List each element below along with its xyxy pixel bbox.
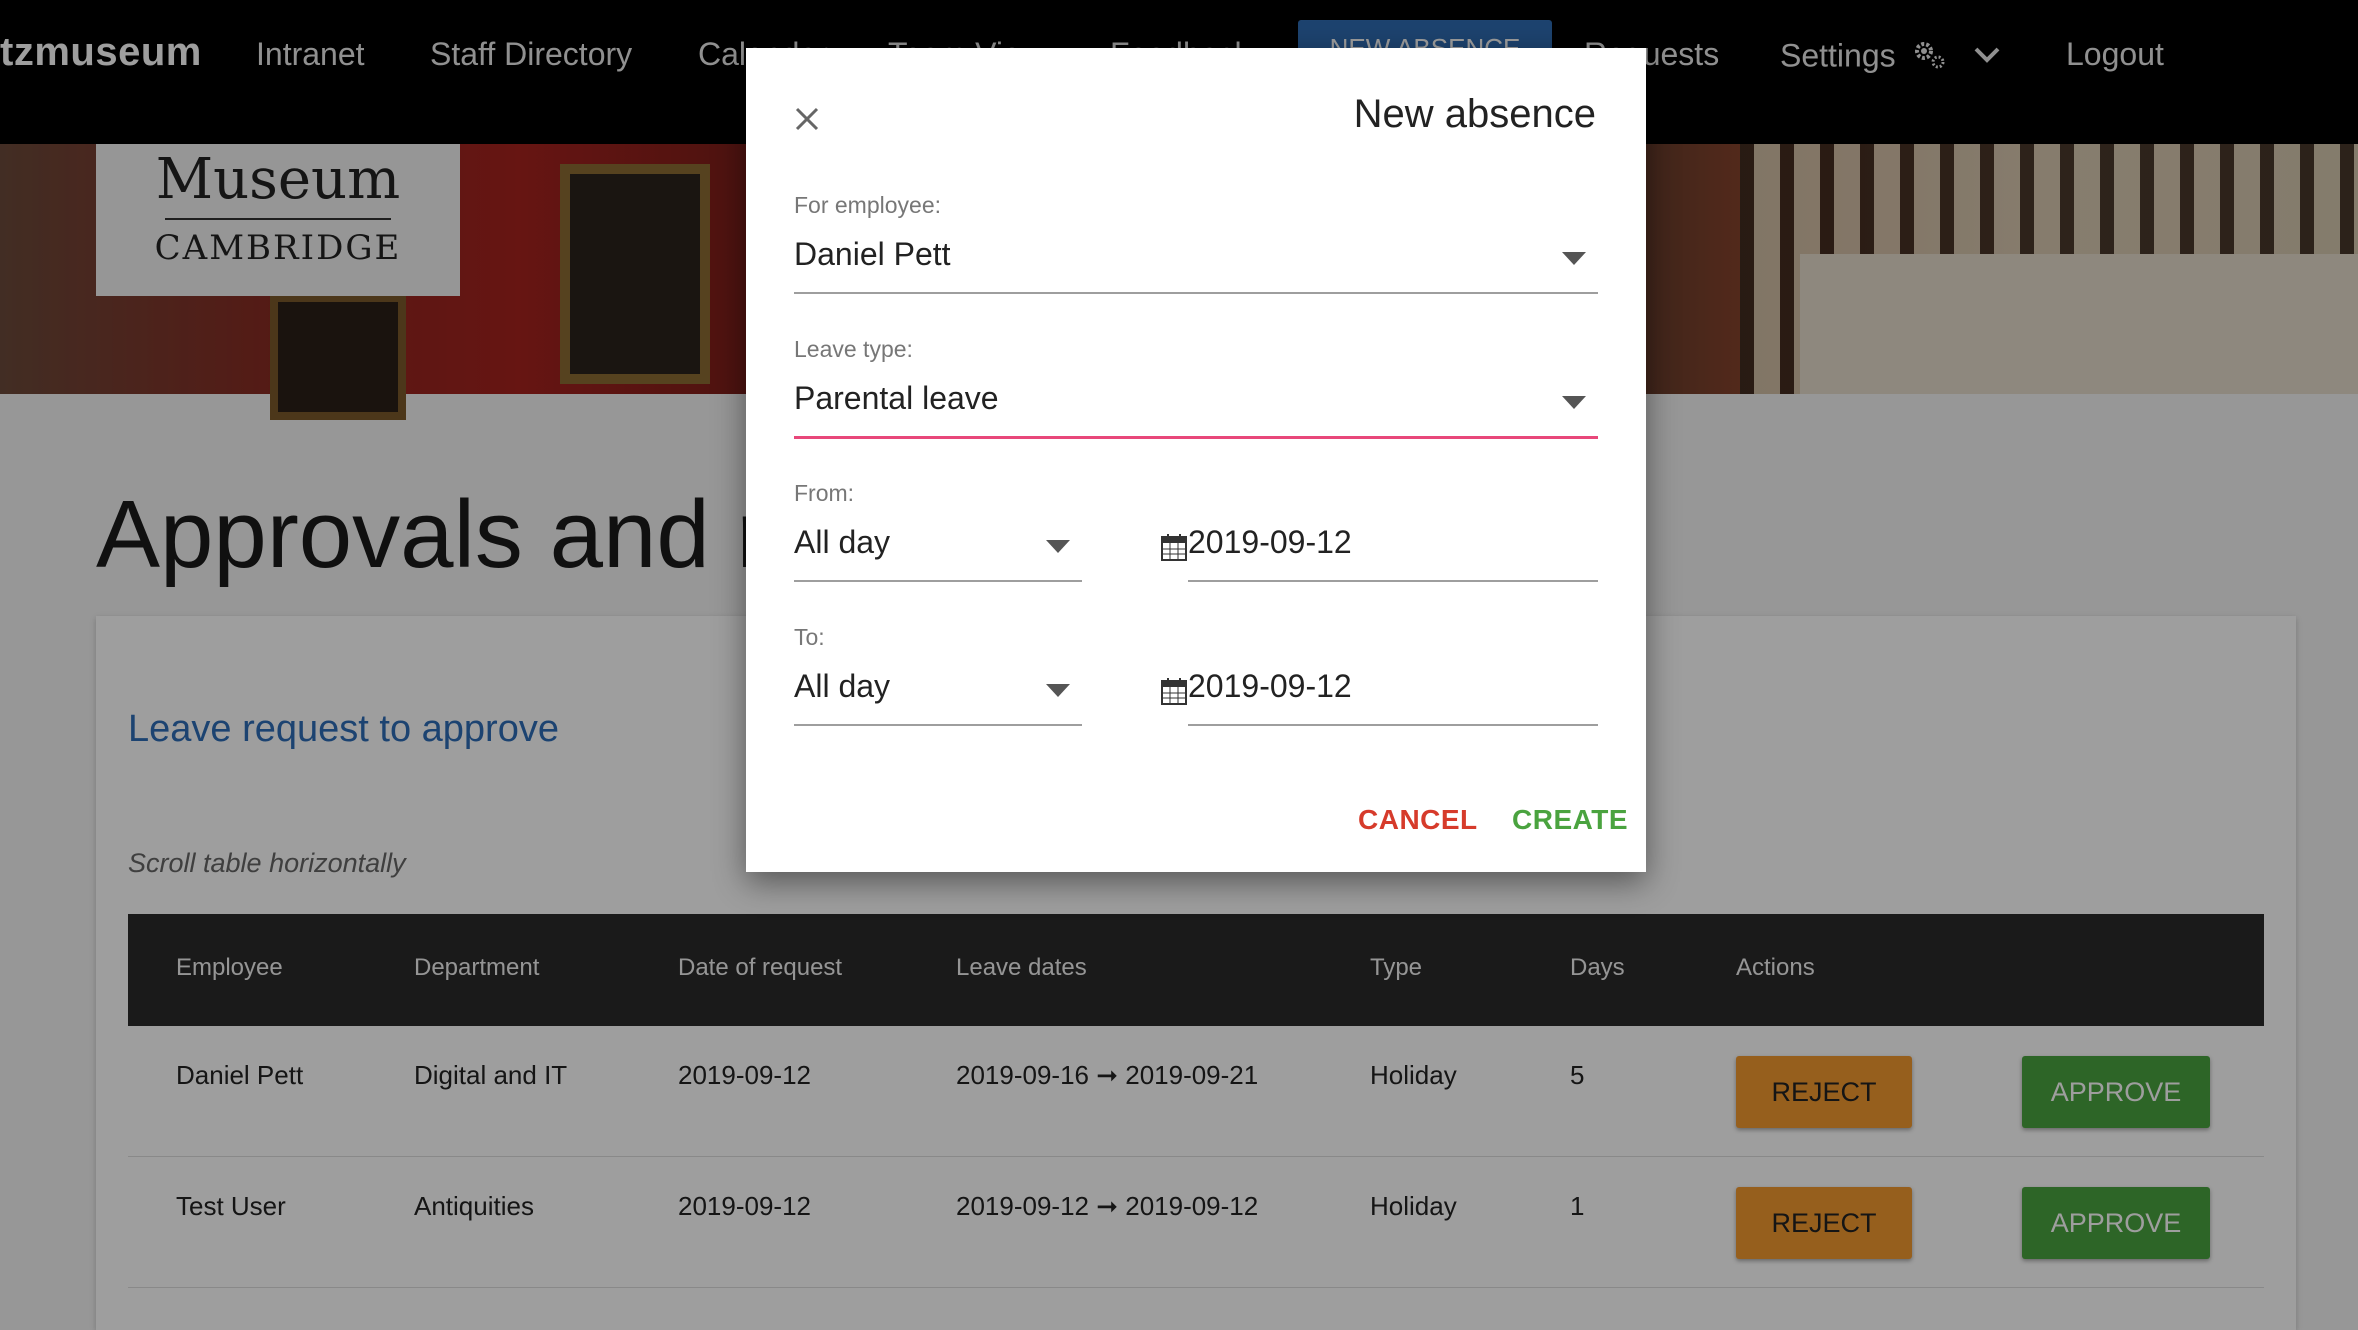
to-period-select[interactable]: All day (794, 658, 1082, 726)
from-date-input[interactable]: 2019-09-12 (1188, 514, 1598, 582)
from-date-value: 2019-09-12 (1188, 524, 1352, 560)
leave-type-label: Leave type: (794, 336, 913, 362)
dialog-title: New absence (1353, 92, 1596, 136)
leave-type-select[interactable]: Parental leave (794, 370, 1598, 439)
employee-select-value: Daniel Pett (794, 236, 951, 272)
to-period-value: All day (794, 668, 891, 704)
new-absence-dialog: New absence For employee: Daniel Pett Le… (746, 48, 1646, 872)
from-period-select[interactable]: All day (794, 514, 1082, 582)
create-button[interactable]: CREATE (1512, 804, 1628, 836)
caret-down-icon (1046, 540, 1070, 559)
to-date-value: 2019-09-12 (1188, 668, 1352, 704)
caret-down-icon (1562, 396, 1586, 415)
from-period-value: All day (794, 524, 891, 560)
from-label: From: (794, 480, 855, 506)
close-icon[interactable] (792, 104, 822, 134)
calendar-icon[interactable] (1160, 676, 1188, 711)
calendar-icon[interactable] (1160, 532, 1188, 567)
leave-type-select-value: Parental leave (794, 380, 999, 416)
employee-label: For employee: (794, 192, 942, 218)
employee-select[interactable]: Daniel Pett (794, 226, 1598, 294)
to-date-input[interactable]: 2019-09-12 (1188, 658, 1598, 726)
cancel-button[interactable]: CANCEL (1358, 804, 1478, 836)
caret-down-icon (1046, 684, 1070, 703)
caret-down-icon (1562, 252, 1586, 271)
to-label: To: (794, 624, 825, 650)
